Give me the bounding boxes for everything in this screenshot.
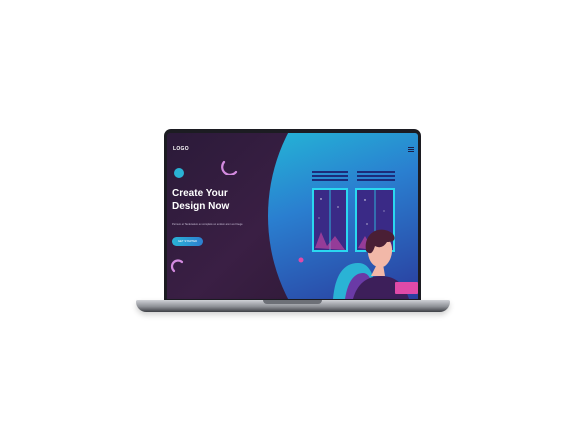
headline-line1: Create Your [172,188,228,199]
headline-line2: Design Now [172,201,230,212]
laptop-screen: LOGO Create Your Design Now Pernum et Ta… [167,133,418,299]
get-started-button[interactable]: GET STARTED [172,237,203,246]
arc-icon [221,160,238,175]
hamburger-menu-icon[interactable] [408,147,414,152]
hero-subtext: Pernum et Tanlenatum ex complets un endu… [172,223,243,226]
person-illustration [333,229,418,299]
small-circle-icon [298,257,304,263]
logo[interactable]: LOGO [173,146,189,152]
hero-headline: Create Your Design Now [172,187,229,213]
circle-icon [174,168,184,178]
laptop-notch [263,300,322,304]
arc-icon [170,259,184,273]
